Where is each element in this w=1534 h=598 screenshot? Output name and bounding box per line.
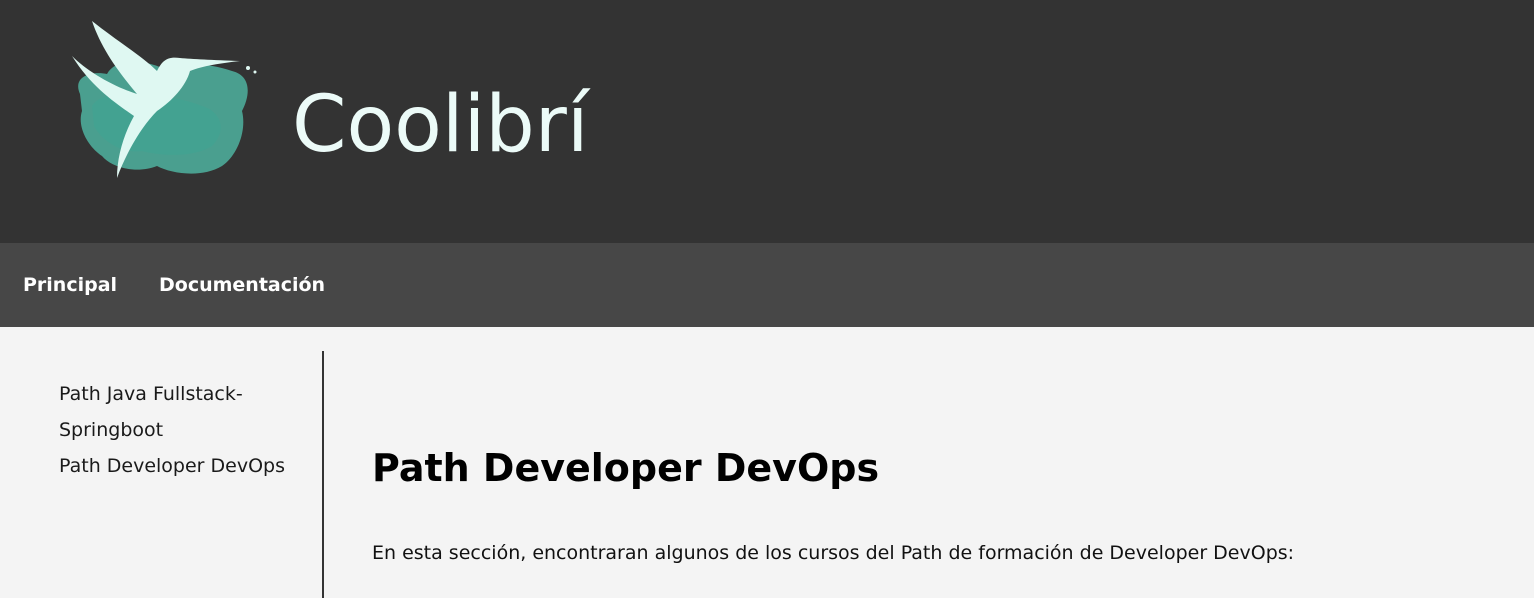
sidebar: Path Java Fullstack-Springboot Path Deve…	[59, 376, 309, 484]
hummingbird-logo-icon[interactable]	[62, 16, 262, 186]
nav-item-principal[interactable]: Principal	[23, 271, 117, 299]
sidebar-divider	[322, 351, 324, 598]
sidebar-item-developer-devops[interactable]: Path Developer DevOps	[59, 448, 309, 484]
page-title: Path Developer DevOps	[372, 446, 880, 490]
sidebar-item-java-fullstack[interactable]: Path Java Fullstack-Springboot	[59, 376, 259, 448]
site-header: Coolibrí	[0, 0, 1534, 243]
main-navbar: Principal Documentación	[0, 243, 1534, 327]
nav-item-documentacion[interactable]: Documentación	[159, 271, 325, 299]
site-title: Coolibrí	[292, 80, 589, 170]
intro-paragraph: En esta sección, encontraran algunos de …	[372, 542, 1295, 564]
